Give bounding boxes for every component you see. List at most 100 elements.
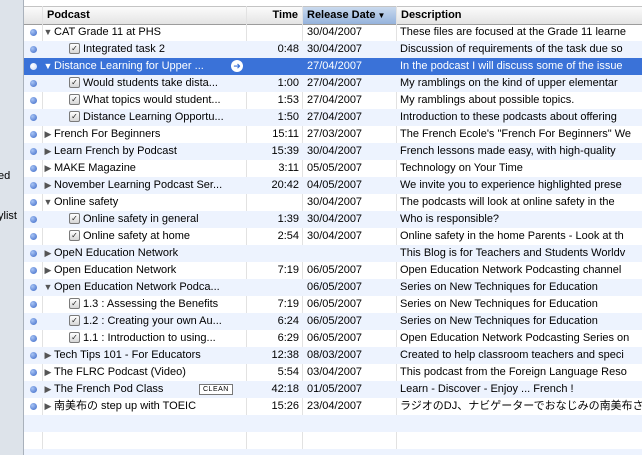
disclosure-open-icon[interactable]: ▼ [43,194,53,211]
sidebar-fragment-1[interactable]: ed [0,170,10,182]
episode-row[interactable]: ✓ Would students take dista... 1:00 27/04/2… [24,75,642,92]
new-episode-dot-icon [30,267,37,274]
podcast-table: Podcast Time Release Date ▼ Description ▼… [24,0,642,455]
release-date-cell: 08/03/2007 [307,349,363,361]
podcast-row[interactable]: ▶ Learn French by Podcast 15:39 30/04/2007 F… [24,143,642,160]
podcast-row[interactable]: ▶ November Learning Podcast Ser... 20:42 04… [24,177,642,194]
podcast-name-cell: ✓ Would students take dista... [43,75,245,92]
time-cell [247,24,299,41]
clean-badge: CLEAN [199,384,233,395]
release-date-cell: 27/04/2007 [307,60,363,72]
episode-checkbox[interactable]: ✓ [69,229,80,241]
podcast-row[interactable]: ▶ 南美布の step up with TOEIC 15:26 23/04/2007 ラ… [24,398,642,415]
time-cell: 1:50 [277,111,299,123]
episode-checkbox[interactable]: ✓ [69,314,80,326]
new-episode-dot-icon [30,199,37,206]
disclosure-closed-icon[interactable]: ▶ [43,126,53,143]
release-date-cell: 27/04/2007 [307,77,363,89]
episode-checkbox[interactable]: ✓ [69,76,80,88]
podcast-row[interactable]: ▼ CAT Grade 11 at PHS 30/04/2007 These file… [24,24,642,41]
disclosure-open-icon[interactable]: ▼ [43,24,53,41]
disclosure-closed-icon[interactable]: ▶ [43,262,53,279]
description-cell: My ramblings about possible topics. [400,94,575,106]
episode-checkbox[interactable]: ✓ [69,93,80,105]
column-header-status[interactable] [24,7,43,24]
podcast-name: Learn French by Podcast [54,145,177,157]
podcast-name: November Learning Podcast Ser... [54,179,223,191]
episode-checkbox[interactable]: ✓ [69,297,80,309]
time-cell: 1:39 [277,213,299,225]
description-cell: We invite you to experience highlighted … [400,179,622,191]
empty-row[interactable] [24,449,642,455]
podcast-row[interactable]: ▶ Tech Tips 101 - For Educators 12:38 08/03… [24,347,642,364]
episode-row[interactable]: ✓ What topics would student... 1:53 27/04/2… [24,92,642,109]
episode-row[interactable]: ✓ Online safety at home 2:54 30/04/2007 Onli… [24,228,642,245]
episode-row[interactable]: ✓ Integrated task 2 0:48 30/04/2007 Discussi… [24,41,642,58]
empty-row[interactable] [24,415,642,432]
status-cell [28,177,40,194]
podcast-name-cell: ▼ Open Education Network Podca... [43,279,245,296]
status-cell [28,92,40,109]
podcast-name: Distance Learning Opportu... [83,111,224,123]
column-header-podcast[interactable]: Podcast [43,7,247,24]
sidebar-fragment-2[interactable]: ylist [0,210,17,222]
status-cell [28,194,40,211]
description-cell: Technology on Your Time [400,162,523,174]
new-episode-dot-icon [30,63,37,70]
podcast-name: What topics would student... [83,94,221,106]
podcast-name: 南美布の step up with TOEIC [54,400,197,412]
disclosure-closed-icon[interactable]: ▶ [43,381,53,398]
podcast-name-cell: ▼ CAT Grade 11 at PHS [43,24,245,41]
release-date-cell: 30/04/2007 [307,26,363,38]
source-sidebar[interactable]: ed ylist [0,0,24,455]
podcast-row[interactable]: ▶ MAKE Magazine 3:11 05/05/2007 Technology o… [24,160,642,177]
podcast-name: OpeN Education Network [54,247,179,259]
release-date-cell: 27/03/2007 [307,128,363,140]
podcast-name-cell: ▶ Open Education Network [43,262,245,279]
podcast-name-cell: ✓ Online safety in general [43,211,245,228]
episode-checkbox[interactable]: ✓ [69,42,80,54]
release-date-cell: 06/05/2007 [307,264,363,276]
release-date-cell: 06/05/2007 [307,281,363,293]
column-header-time[interactable]: Time [247,7,303,24]
description-cell: Introduction to these podcasts about off… [400,111,617,123]
episode-row[interactable]: ✓ 1.1 : Introduction to using... 6:29 06/05… [24,330,642,347]
description-cell: Who is responsible? [400,213,500,225]
episode-row[interactable]: ✓ Distance Learning Opportu... 1:50 27/04/2… [24,109,642,126]
podcast-row[interactable]: ▼ Open Education Network Podca... 06/05/20… [24,279,642,296]
description-cell: Online safety in the home Parents - Look… [400,230,624,242]
podcast-row[interactable]: ▶ The FLRC Podcast (Video) 5:54 03/04/2007 T… [24,364,642,381]
podcast-row[interactable]: ▼ Distance Learning for Upper ... ➜ 27/04/2… [24,58,642,75]
podcast-row[interactable]: ▶ Open Education Network 7:19 06/05/2007 Ope… [24,262,642,279]
episode-checkbox[interactable]: ✓ [69,110,80,122]
episode-row[interactable]: ✓ 1.3 : Assessing the Benefits 7:19 06/05/2… [24,296,642,313]
podcast-name: Tech Tips 101 - For Educators [54,349,201,361]
new-episode-dot-icon [30,403,37,410]
disclosure-closed-icon[interactable]: ▶ [43,177,53,194]
disclosure-closed-icon[interactable]: ▶ [43,245,53,262]
disclosure-open-icon[interactable]: ▼ [43,279,53,296]
episode-checkbox[interactable]: ✓ [69,212,80,224]
podcast-row[interactable]: ▶ French For Beginners 15:11 27/03/2007 The … [24,126,642,143]
go-to-store-arrow-icon[interactable]: ➜ [231,60,243,72]
table-body: ▼ CAT Grade 11 at PHS 30/04/2007 These file… [24,24,642,455]
disclosure-closed-icon[interactable]: ▶ [43,347,53,364]
disclosure-closed-icon[interactable]: ▶ [43,364,53,381]
disclosure-closed-icon[interactable]: ▶ [43,160,53,177]
podcast-row[interactable]: ▶ OpeN Education Network This Blog is for … [24,245,642,262]
time-cell: 15:11 [272,128,299,140]
episode-row[interactable]: ✓ 1.2 : Creating your own Au... 6:24 06/05/… [24,313,642,330]
time-cell: 6:29 [277,332,299,344]
podcast-row[interactable]: ▼ Online safety 30/04/2007 The podcasts wil… [24,194,642,211]
episode-checkbox[interactable]: ✓ [69,331,80,343]
time-cell: 6:24 [277,315,299,327]
column-header-description[interactable]: Description [397,7,642,24]
empty-row[interactable] [24,432,642,449]
episode-row[interactable]: ✓ Online safety in general 1:39 30/04/2007 W… [24,211,642,228]
disclosure-closed-icon[interactable]: ▶ [43,143,53,160]
disclosure-open-icon[interactable]: ▼ [43,58,53,75]
disclosure-closed-icon[interactable]: ▶ [43,398,53,415]
podcast-row[interactable]: ▶ The French Pod Class CLEAN 42:18 01/05/200… [24,381,642,398]
column-header-release-date[interactable]: Release Date ▼ [303,7,397,24]
description-cell: The podcasts will look at online safety … [400,196,615,208]
